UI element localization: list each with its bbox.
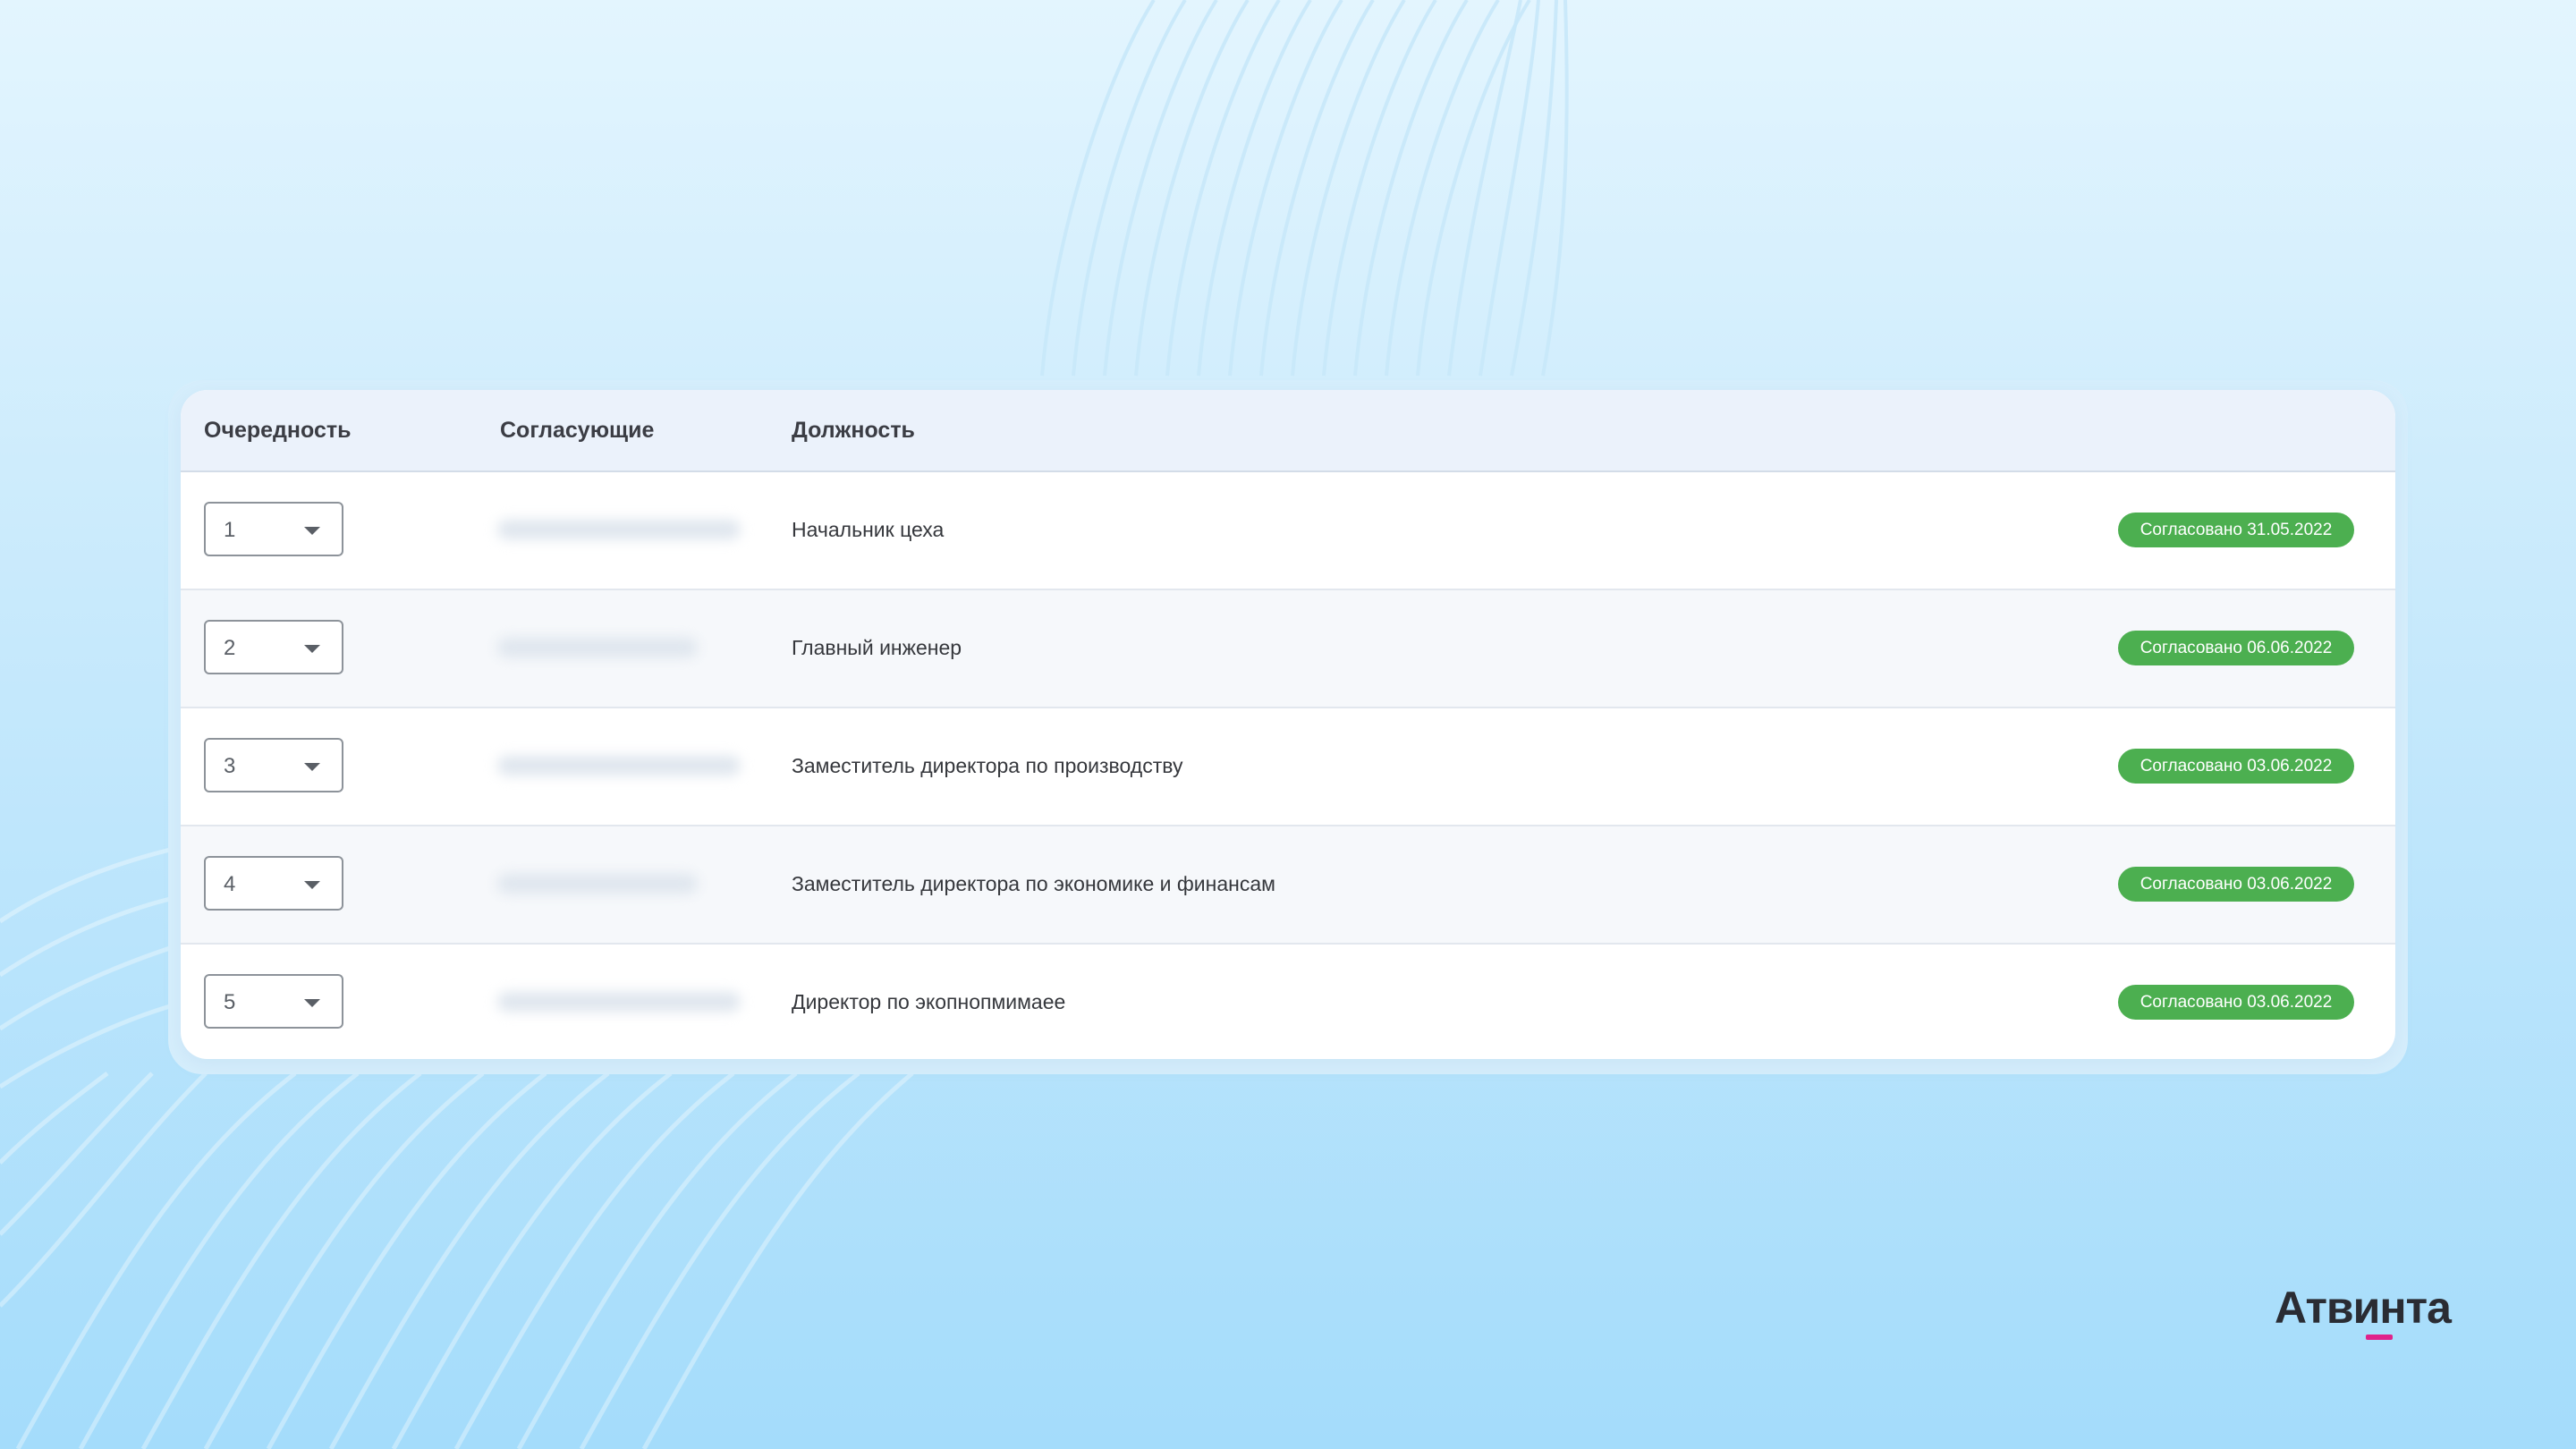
status-badge: Согласовано 31.05.2022 <box>2118 513 2354 547</box>
brand-logo: Атвинта <box>2275 1281 2471 1343</box>
table-row: 5 Директор по экопнопмимаее Согласовано … <box>181 945 2395 1059</box>
approver-email-blurred <box>497 638 698 657</box>
order-select-value: 1 <box>224 518 236 542</box>
position-text: Заместитель директора по производству <box>792 754 1183 777</box>
chevron-down-icon <box>304 999 320 1007</box>
approver-email-blurred <box>497 756 741 775</box>
approver-email-blurred <box>497 520 741 539</box>
brand-logo-text: Атвинта <box>2275 1283 2452 1333</box>
table-row: 2 Главный инженер Согласовано 06.06.2022 <box>181 590 2395 708</box>
order-select[interactable]: 3 <box>204 738 343 792</box>
chevron-down-icon <box>304 763 320 771</box>
approver-email-blurred <box>497 874 698 894</box>
order-select[interactable]: 5 <box>204 974 343 1029</box>
order-select-value: 2 <box>224 636 236 660</box>
approvals-table: Очередность Согласующие Должность 1 Нача… <box>181 390 2395 1059</box>
status-badge: Согласовано 03.06.2022 <box>2118 867 2354 902</box>
column-header-order: Очередность <box>204 418 352 443</box>
brand-logo-underline <box>2366 1335 2393 1340</box>
position-text: Начальник цеха <box>792 518 945 541</box>
position-text: Главный инженер <box>792 636 962 659</box>
column-header-approvers: Согласующие <box>500 418 655 443</box>
chevron-down-icon <box>304 881 320 889</box>
table-row: 1 Начальник цеха Согласовано 31.05.2022 <box>181 472 2395 590</box>
status-badge: Согласовано 03.06.2022 <box>2118 985 2354 1020</box>
approver-email-blurred <box>497 992 741 1012</box>
table-row: 4 Заместитель директора по экономике и ф… <box>181 826 2395 945</box>
column-header-position: Должность <box>792 418 915 443</box>
status-badge: Согласовано 03.06.2022 <box>2118 749 2354 784</box>
chevron-down-icon <box>304 645 320 653</box>
table-header: Очередность Согласующие Должность <box>181 390 2395 472</box>
order-select-value: 4 <box>224 872 236 896</box>
position-text: Заместитель директора по экономике и фин… <box>792 872 1275 895</box>
order-select[interactable]: 1 <box>204 502 343 556</box>
status-badge: Согласовано 06.06.2022 <box>2118 631 2354 665</box>
order-select[interactable]: 4 <box>204 856 343 911</box>
table-row: 3 Заместитель директора по производству … <box>181 708 2395 826</box>
order-select-value: 3 <box>224 754 236 778</box>
chevron-down-icon <box>304 527 320 535</box>
position-text: Директор по экопнопмимаее <box>792 990 1066 1013</box>
order-select-value: 5 <box>224 990 236 1014</box>
order-select[interactable]: 2 <box>204 620 343 674</box>
